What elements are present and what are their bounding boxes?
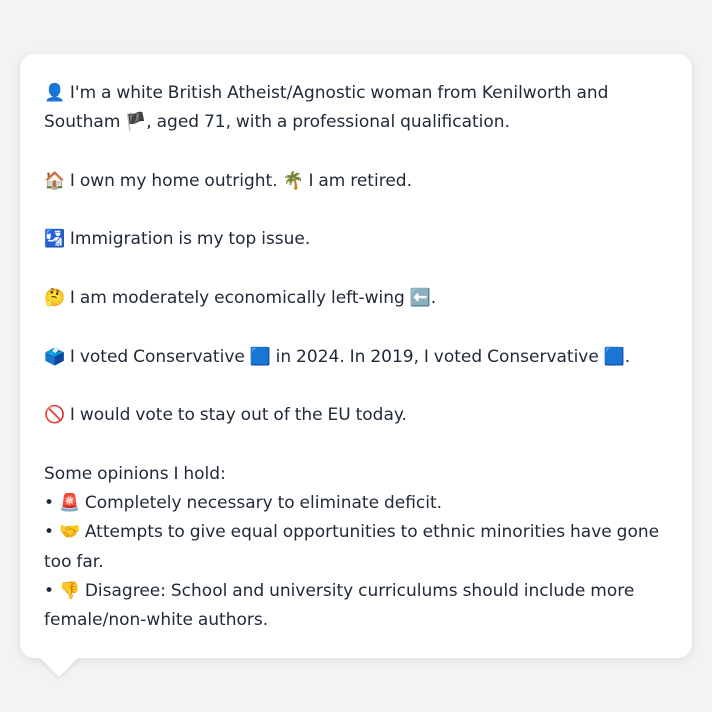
opinion-text: Completely necessary to eliminate defici… [84, 493, 443, 514]
opinion-text: Disagree: School and university curricul… [44, 581, 635, 631]
left-arrow-icon: ⬅️ [409, 288, 431, 309]
home-text: I own my home outright. [69, 170, 278, 191]
passport-control-icon: 🛂 [44, 229, 66, 250]
bullet: • [44, 493, 55, 514]
ballot-box-icon: 🗳️ [44, 346, 66, 367]
england-flag-icon: 🏴 [125, 112, 147, 133]
eu-line: 🚫 I would vote to stay out of the EU tod… [44, 401, 672, 430]
economics-line: 🤔 I am moderately economically left-wing… [44, 284, 672, 313]
opinion-text: Attempts to give equal opportunities to … [44, 522, 660, 572]
list-item: • 🚨 Completely necessary to eliminate de… [44, 489, 672, 518]
prohibited-icon: 🚫 [44, 405, 66, 426]
blue-square-icon: 🟦 [249, 346, 271, 367]
palm-tree-icon: 🌴 [282, 170, 304, 191]
home-line: 🏠 I own my home outright. 🌴 I am retired… [44, 167, 672, 196]
siren-icon: 🚨 [58, 493, 81, 514]
opinions-heading: Some opinions I hold: [44, 463, 226, 484]
issue-text: Immigration is my top issue. [69, 229, 311, 250]
eu-text: I would vote to stay out of the EU today… [69, 405, 407, 426]
economics-suffix: . [430, 288, 437, 309]
bullet: • [44, 581, 55, 602]
bullet: • [44, 522, 55, 543]
person-icon: 👤 [44, 83, 66, 103]
vote-suffix: . [624, 346, 631, 367]
vote-line: 🗳️ I voted Conservative 🟦 in 2024. In 20… [44, 343, 672, 372]
list-item: • 🤝 Attempts to give equal opportunities… [44, 518, 672, 577]
blue-square-icon: 🟦 [603, 346, 625, 367]
intro-text-continued: , aged 71, with a professional qualifica… [146, 112, 510, 133]
retired-text: I am retired. [308, 170, 412, 191]
thumbs-down-icon: 👎 [58, 581, 81, 602]
economics-text: I am moderately economically left-wing [69, 288, 405, 309]
bubble-tail [39, 657, 79, 677]
vote-text-continued: in 2024. In 2019, I voted Conservative [275, 346, 599, 367]
thinking-face-icon: 🤔 [44, 288, 66, 309]
message-bubble: 👤 I'm a white British Atheist/Agnostic w… [20, 54, 692, 658]
list-item: • 👎 Disagree: School and university curr… [44, 577, 672, 636]
house-icon: 🏠 [44, 170, 66, 191]
intro-line: 👤 I'm a white British Atheist/Agnostic w… [44, 79, 672, 138]
handshake-icon: 🤝 [58, 522, 81, 543]
vote-text: I voted Conservative [69, 346, 245, 367]
issue-line: 🛂 Immigration is my top issue. [44, 225, 672, 254]
